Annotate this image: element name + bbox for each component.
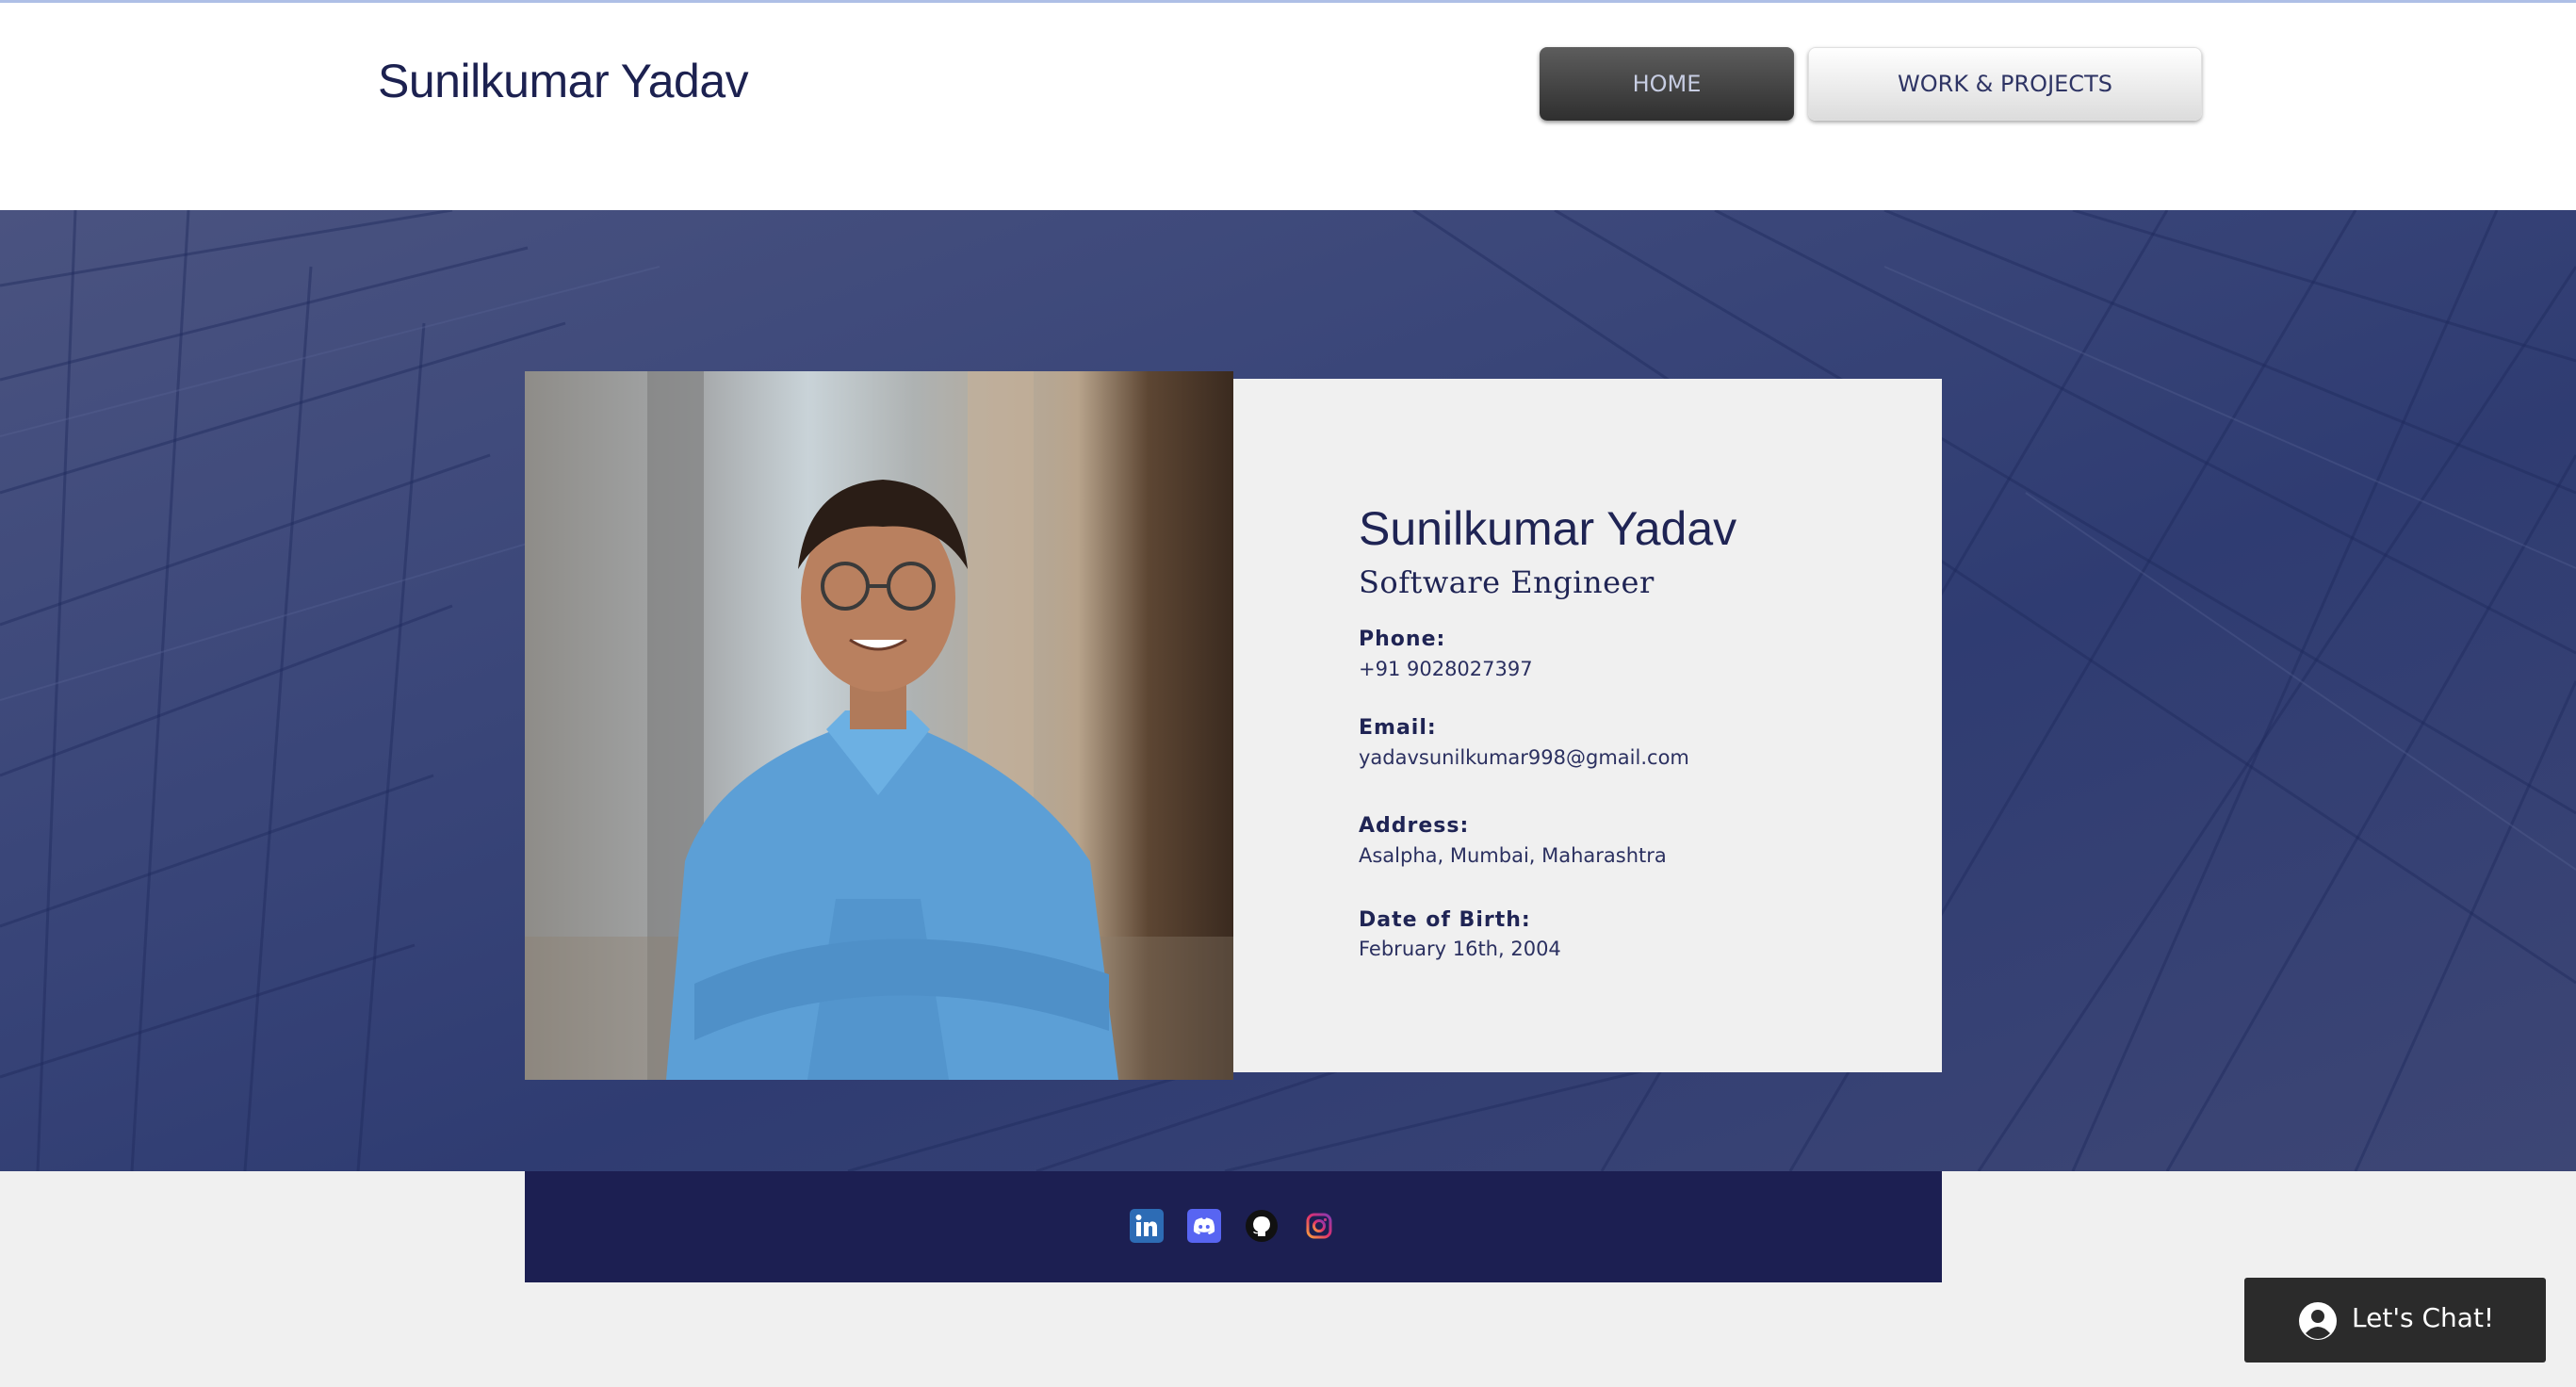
person-portrait-image (525, 371, 1233, 1080)
site-title[interactable]: Sunilkumar Yadav (378, 54, 749, 108)
address-value: Asalpha, Mumbai, Maharashtra (1359, 844, 1667, 867)
chat-label: Let's Chat! (2352, 1302, 2495, 1333)
dob-label: Date of Birth: (1359, 908, 1531, 932)
email-label: Email: (1359, 716, 1437, 740)
social-footer-bar (525, 1171, 1942, 1282)
github-icon[interactable] (1245, 1209, 1279, 1243)
nav-work-projects-button[interactable]: WORK & PROJECTS (1808, 47, 2202, 121)
linkedin-icon[interactable] (1130, 1209, 1164, 1243)
profile-photo (525, 371, 1233, 1080)
dob-value: February 16th, 2004 (1359, 938, 1561, 960)
site-header: Sunilkumar Yadav HOME WORK & PROJECTS (0, 3, 2576, 210)
discord-icon[interactable] (1187, 1209, 1221, 1243)
profile-info-card: Sunilkumar Yadav Software Engineer Phone… (1233, 379, 1942, 1072)
profile-role: Software Engineer (1359, 564, 1655, 600)
instagram-icon[interactable] (1302, 1209, 1336, 1243)
chat-widget-button[interactable]: Let's Chat! (2244, 1278, 2546, 1363)
phone-value[interactable]: +91 9028027397 (1359, 658, 1533, 680)
phone-label: Phone: (1359, 628, 1446, 651)
user-avatar-icon (2299, 1302, 2337, 1340)
hero-section: Sunilkumar Yadav Software Engineer Phone… (0, 210, 2576, 1171)
profile-name: Sunilkumar Yadav (1359, 502, 1737, 555)
address-label: Address: (1359, 814, 1470, 838)
email-value[interactable]: yadavsunilkumar998@gmail.com (1359, 746, 1689, 769)
nav-home-button[interactable]: HOME (1540, 47, 1794, 121)
